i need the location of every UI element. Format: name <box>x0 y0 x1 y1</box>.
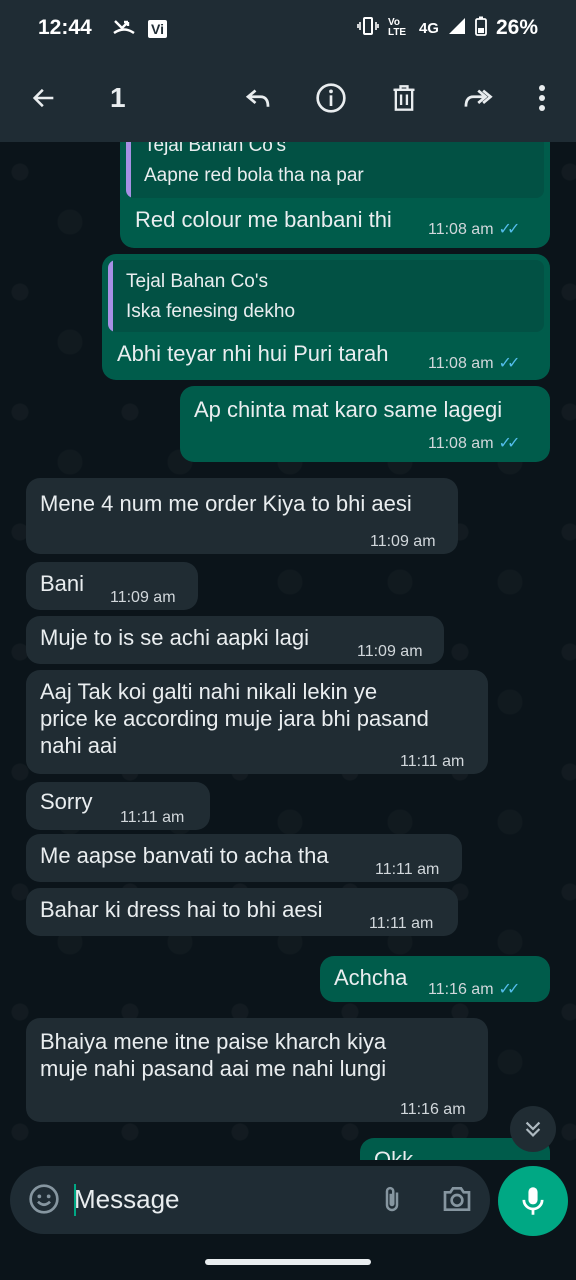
status-bar: 12:44 Vi Vo LTE 4G 26% <box>0 0 576 56</box>
status-time: 12:44 <box>38 16 92 39</box>
back-arrow-icon[interactable] <box>24 78 64 118</box>
missed-call-icon <box>112 14 136 44</box>
message-text-line: nahi aai <box>40 733 118 758</box>
message-text: Muje to is se achi aapki lagi <box>40 625 310 650</box>
forward-icon[interactable] <box>457 78 497 118</box>
message-bubble-incoming[interactable]: Muje to is se achi aapki lagi 11:09 am <box>26 616 444 664</box>
message-time: 11:11 am <box>400 753 465 770</box>
message-bubble-outgoing[interactable]: Tejal Bahan Co's Aapne red bola tha na p… <box>120 142 550 248</box>
message-bubble-outgoing[interactable]: Achcha 11:16 am ✓✓ <box>320 956 550 1002</box>
message-bubble-incoming[interactable]: Aaj Tak koi galti nahi nikali lekin ye p… <box>26 670 488 774</box>
message-text: Bani <box>40 571 85 596</box>
chat-area[interactable]: Tejal Bahan Co's Aapne red bola tha na p… <box>0 142 576 1160</box>
selected-count: 1 <box>110 82 126 113</box>
system-navigation-bar <box>0 1244 576 1280</box>
message-bubble-incoming[interactable]: Bani 11:09 am <box>26 562 198 610</box>
delete-icon[interactable] <box>384 78 424 118</box>
quoted-sender: Tejal Bahan Co's <box>144 142 286 156</box>
microphone-icon <box>522 1187 544 1215</box>
camera-icon[interactable] <box>440 1183 474 1220</box>
message-bubble-outgoing[interactable]: Tejal Bahan Co's Iska fenesing dekho Abh… <box>102 254 550 380</box>
message-text-line: Bhaiya mene itne paise kharch kiya <box>40 1029 387 1054</box>
volte-label: Vo LTE <box>387 17 407 38</box>
text-caret <box>74 1184 76 1216</box>
quoted-message[interactable]: Tejal Bahan Co's Aapne red bola tha na p… <box>126 142 544 198</box>
read-ticks-icon: ✓✓ <box>498 355 521 372</box>
voice-message-button[interactable] <box>498 1166 568 1236</box>
selection-toolbar: 1 <box>0 56 576 142</box>
message-text-line: price ke according muje jara bhi pasand <box>40 706 429 731</box>
message-time: 11:11 am <box>369 915 434 932</box>
read-ticks-icon: ✓✓ <box>498 981 521 998</box>
message-time: 11:08 am <box>428 435 494 452</box>
message-composer: Message <box>10 1166 490 1234</box>
message-time: 11:11 am <box>375 861 440 878</box>
message-bubble-incoming[interactable]: Me aapse banvati to acha tha 11:11 am <box>26 834 462 882</box>
info-icon[interactable] <box>311 78 351 118</box>
battery-percent: 26% <box>495 16 538 39</box>
message-text: Sorry <box>40 789 93 814</box>
more-vert-icon[interactable] <box>522 78 562 118</box>
message-text-line: muje nahi pasand aai me nahi lungi <box>40 1056 387 1081</box>
message-text: Ap chinta mat karo same lagegi <box>194 397 503 422</box>
message-text: Abhi teyar nhi hui Puri tarah <box>117 341 389 366</box>
carrier-badge: Vi <box>148 20 167 38</box>
message-time: 11:09 am <box>357 643 423 660</box>
message-text: Achcha <box>334 965 408 990</box>
signal-icon <box>448 17 466 39</box>
message-time: 11:16 am <box>428 981 494 998</box>
double-chevron-down-icon <box>525 1121 541 1137</box>
read-ticks-icon: ✓✓ <box>498 435 521 452</box>
message-time: 11:11 am <box>120 809 185 826</box>
message-bubble-incoming[interactable]: Mene 4 num me order Kiya to bhi aesi 11:… <box>26 478 458 554</box>
attach-icon[interactable] <box>377 1183 407 1222</box>
quoted-sender: Tejal Bahan Co's <box>126 271 268 292</box>
message-bubble-outgoing[interactable]: Ap chinta mat karo same lagegi 11:08 am … <box>180 386 550 462</box>
network-label: 4G <box>418 19 439 37</box>
message-bubble-incoming[interactable]: Bahar ki dress hai to bhi aesi 11:11 am <box>26 888 458 936</box>
message-time: 11:09 am <box>370 533 436 550</box>
battery-icon <box>475 16 487 40</box>
message-input[interactable]: Message <box>74 1184 180 1215</box>
message-bubble-incoming[interactable]: Sorry 11:11 am <box>26 782 210 830</box>
quoted-message[interactable]: Tejal Bahan Co's Iska fenesing dekho <box>108 260 544 332</box>
message-text: Red colour me banbani thi <box>135 207 392 232</box>
vibrate-icon <box>357 16 379 40</box>
message-time: 11:08 am <box>428 355 494 372</box>
message-time: 11:16 am <box>400 1101 466 1118</box>
message-bubble-incoming[interactable]: Bhaiya mene itne paise kharch kiya muje … <box>26 1018 488 1122</box>
home-gesture-bar[interactable] <box>205 1259 371 1265</box>
emoji-icon[interactable] <box>28 1183 60 1220</box>
message-text: Okk <box>374 1147 414 1160</box>
message-time: 11:09 am <box>110 589 176 606</box>
message-text-line: Aaj Tak koi galti nahi nikali lekin ye <box>40 679 378 704</box>
scroll-to-bottom-button[interactable] <box>510 1106 556 1152</box>
message-text: Bahar ki dress hai to bhi aesi <box>40 897 323 922</box>
quoted-text: Aapne red bola tha na par <box>144 165 364 186</box>
read-ticks-icon: ✓✓ <box>498 221 521 238</box>
quoted-text: Iska fenesing dekho <box>126 301 296 322</box>
message-text: Me aapse banvati to acha tha <box>40 843 329 868</box>
message-text: Mene 4 num me order Kiya to bhi aesi <box>40 491 412 516</box>
message-time: 11:08 am <box>428 221 494 238</box>
reply-icon[interactable] <box>238 78 278 118</box>
